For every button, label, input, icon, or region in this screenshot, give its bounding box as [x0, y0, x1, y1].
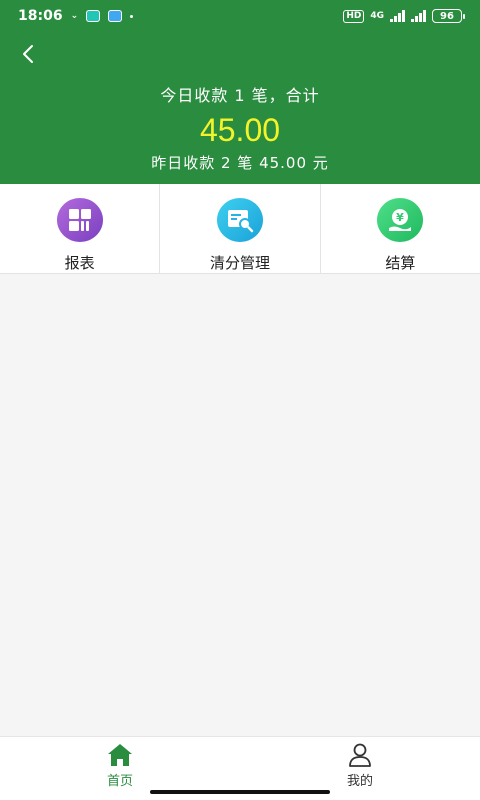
network-type: 4G [370, 11, 384, 21]
notification-app-icon [108, 10, 123, 22]
chevron-left-icon [23, 45, 33, 63]
battery-icon: 96 [432, 9, 465, 23]
status-bar: 18:06 ⌄ HD 4G 96 [0, 0, 480, 32]
report-grid-icon [56, 198, 103, 242]
chevron-down-icon: ⌄ [70, 11, 79, 21]
dot-icon [130, 14, 134, 18]
svg-text:¥: ¥ [396, 211, 404, 224]
signal-icon-2 [411, 10, 426, 22]
user-icon [349, 743, 371, 767]
nav-label-home: 首页 [106, 774, 133, 789]
settlement-yuan-icon: ¥ [377, 198, 424, 242]
shield-app-icon [86, 10, 101, 22]
function-grid: 报表 清分管理 ¥ 结算 [0, 184, 480, 274]
battery-level: 96 [440, 10, 454, 22]
hd-icon: HD [343, 9, 365, 23]
status-left: 18:06 ⌄ [18, 8, 134, 24]
status-right: HD 4G 96 [343, 9, 465, 23]
status-time: 18:06 [18, 8, 63, 24]
today-amount: 45.00 [199, 112, 281, 148]
today-summary-text: 今日收款 1 笔，合计 [160, 86, 320, 105]
menu-item-label: 报表 [64, 254, 95, 272]
menu-item-report[interactable]: 报表 [0, 184, 159, 273]
menu-item-label: 结算 [385, 254, 416, 272]
back-button[interactable] [14, 40, 42, 68]
menu-item-clearing[interactable]: 清分管理 [159, 184, 319, 273]
home-icon [108, 744, 132, 766]
summary-header: 18:06 ⌄ HD 4G 96 今日收款 1 笔，合计 45.00 昨日收款 … [0, 0, 480, 184]
home-indicator[interactable] [150, 790, 330, 794]
nav-label-mine: 我的 [346, 774, 373, 789]
signal-icon [390, 10, 405, 22]
menu-item-settlement[interactable]: ¥ 结算 [319, 184, 480, 273]
yesterday-summary-text: 昨日收款 2 笔 45.00 元 [151, 154, 329, 172]
collection-summary: 今日收款 1 笔，合计 45.00 昨日收款 2 笔 45.00 元 [0, 82, 480, 173]
menu-item-label: 清分管理 [209, 254, 270, 272]
clearing-document-icon [216, 198, 263, 242]
